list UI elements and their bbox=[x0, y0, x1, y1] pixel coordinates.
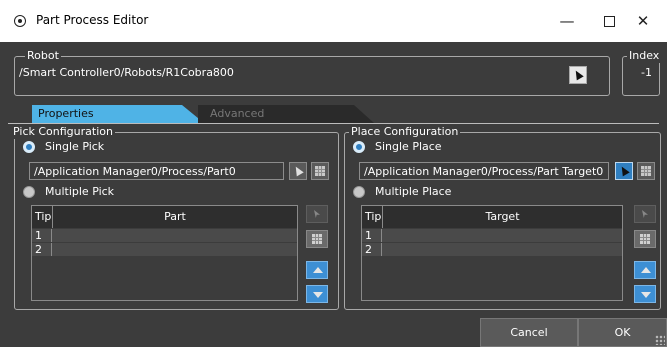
select-cursor-icon bbox=[618, 164, 630, 177]
table-row[interactable]: 1 bbox=[32, 229, 297, 242]
multiple-place-radio[interactable] bbox=[353, 186, 365, 198]
window-title: Part Process Editor bbox=[36, 13, 149, 27]
place-path-field[interactable]: /Application Manager0/Process/Part Targe… bbox=[359, 162, 609, 180]
single-place-radio[interactable] bbox=[353, 141, 365, 153]
place-move-up-button[interactable] bbox=[634, 261, 656, 279]
place-select-button[interactable] bbox=[615, 162, 633, 180]
place-row-tip: 2 bbox=[362, 243, 382, 256]
minimize-button[interactable]: — bbox=[552, 8, 582, 34]
browse-grid-icon bbox=[312, 234, 322, 244]
browse-grid-icon bbox=[640, 234, 650, 244]
tab-properties[interactable]: Properties bbox=[32, 105, 204, 123]
browse-grid-icon bbox=[641, 166, 651, 176]
place-move-down-button[interactable] bbox=[634, 285, 656, 303]
single-place-label: Single Place bbox=[375, 140, 442, 153]
select-cursor-icon bbox=[642, 210, 648, 218]
close-button[interactable]: ✕ bbox=[628, 8, 658, 34]
place-configuration-group: Place Configuration Single Place /Applic… bbox=[344, 125, 661, 310]
pick-legend: Pick Configuration bbox=[11, 125, 115, 139]
title-bar: Part Process Editor — ✕ bbox=[0, 0, 667, 42]
place-legend: Place Configuration bbox=[349, 125, 461, 139]
multiple-place-label: Multiple Place bbox=[375, 185, 452, 198]
table-row[interactable]: 2 bbox=[362, 243, 622, 256]
place-browse-button[interactable] bbox=[637, 162, 655, 180]
single-pick-label: Single Pick bbox=[45, 140, 105, 153]
place-col-tip: Tip bbox=[362, 206, 383, 228]
pick-col-part: Part bbox=[53, 206, 297, 228]
robot-select-button[interactable] bbox=[569, 66, 587, 84]
place-select-tip-button[interactable] bbox=[634, 205, 656, 223]
select-cursor-icon bbox=[292, 164, 304, 177]
index-legend: Index bbox=[627, 49, 662, 63]
place-row-tip: 1 bbox=[362, 229, 382, 242]
select-cursor-icon bbox=[314, 210, 320, 218]
place-col-target: Target bbox=[383, 206, 622, 228]
arrow-up-icon bbox=[313, 267, 323, 273]
pick-path-field[interactable]: /Application Manager0/Process/Part0 bbox=[29, 162, 284, 180]
pick-col-tip: Tip bbox=[32, 206, 53, 228]
maximize-icon bbox=[603, 16, 615, 27]
pick-row-tip: 1 bbox=[32, 229, 52, 242]
pick-table: Tip Part 1 2 bbox=[31, 205, 298, 301]
arrow-down-icon bbox=[313, 292, 323, 298]
pick-browse-button[interactable] bbox=[311, 162, 329, 180]
pick-browse-tip-button[interactable] bbox=[306, 230, 328, 248]
minimize-icon: — bbox=[559, 12, 575, 30]
index-value: -1 bbox=[641, 66, 652, 79]
browse-grid-icon bbox=[315, 166, 325, 176]
maximize-button[interactable] bbox=[594, 8, 624, 34]
pick-row-tip: 2 bbox=[32, 243, 52, 256]
robot-path: /Smart Controller0/Robots/R1Cobra800 bbox=[19, 66, 234, 79]
pick-select-tip-button[interactable] bbox=[306, 205, 328, 223]
tab-advanced[interactable]: Advanced bbox=[198, 105, 374, 123]
arrow-down-icon bbox=[641, 292, 651, 298]
place-table: Tip Target 1 2 bbox=[361, 205, 623, 301]
pick-move-down-button[interactable] bbox=[306, 285, 328, 303]
ok-button[interactable]: OK bbox=[578, 318, 667, 347]
multiple-pick-label: Multiple Pick bbox=[45, 185, 115, 198]
multiple-pick-radio[interactable] bbox=[23, 186, 35, 198]
resize-grip-icon[interactable] bbox=[655, 335, 665, 345]
pick-configuration-group: Pick Configuration Single Pick /Applicat… bbox=[11, 125, 339, 310]
close-icon: ✕ bbox=[636, 12, 650, 30]
robot-legend: Robot bbox=[25, 49, 61, 63]
arrow-up-icon bbox=[641, 267, 651, 273]
table-row[interactable]: 1 bbox=[362, 229, 622, 242]
place-browse-tip-button[interactable] bbox=[634, 230, 656, 248]
table-row[interactable]: 2 bbox=[32, 243, 297, 256]
robot-group: Robot /Smart Controller0/Robots/R1Cobra8… bbox=[14, 49, 610, 96]
tab-divider bbox=[8, 123, 659, 124]
pick-select-button[interactable] bbox=[289, 162, 307, 180]
index-group: Index -1 bbox=[622, 49, 662, 96]
cancel-button[interactable]: Cancel bbox=[480, 318, 578, 347]
single-pick-radio[interactable] bbox=[23, 141, 35, 153]
select-cursor-icon bbox=[572, 68, 584, 81]
pick-move-up-button[interactable] bbox=[306, 261, 328, 279]
app-icon bbox=[14, 15, 26, 27]
